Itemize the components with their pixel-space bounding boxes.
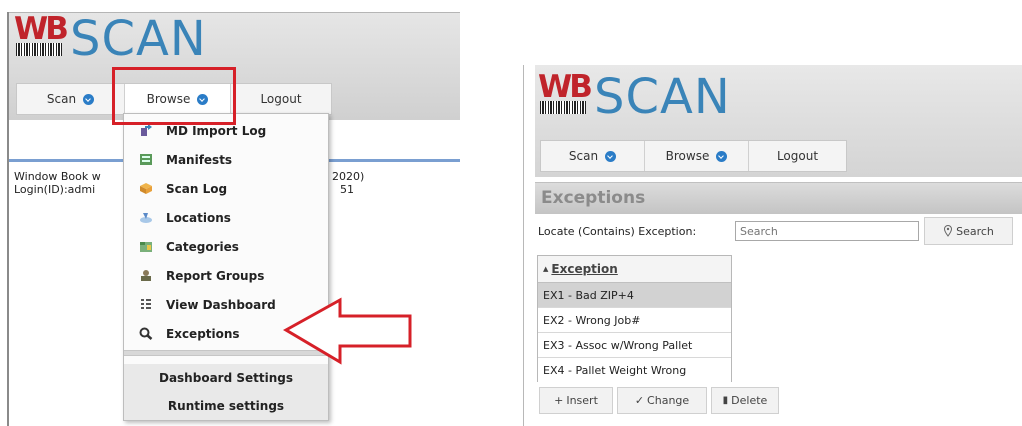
nav-logout-label: Logout: [260, 92, 302, 106]
menu-item-label: View Dashboard: [166, 297, 276, 312]
browse-dropdown-menu: MD Import Log Manifests Scan Log Locatio…: [123, 113, 329, 421]
info-line-1: Window Book w: [14, 170, 101, 183]
cell-text: EX3 - Assoc w/Wrong Pallet: [543, 338, 693, 352]
cell-text: EX2 - Wrong Job#: [543, 313, 641, 327]
folder-icon: [139, 240, 153, 253]
left-logo: WB SCAN: [14, 11, 207, 67]
nav-scan-label: Scan: [46, 92, 77, 106]
nav-logout-button[interactable]: Logout: [749, 141, 846, 171]
info-line-2: Login(ID):admi: [14, 183, 96, 196]
import-log-icon: [139, 124, 153, 137]
search-input[interactable]: [735, 221, 919, 241]
menu-item-label: MD Import Log: [166, 123, 267, 138]
location-icon: [139, 211, 153, 224]
wb-logo-text: WB: [538, 69, 593, 105]
table-row[interactable]: EX3 - Assoc w/Wrong Pallet: [538, 333, 731, 358]
menu-item-label: Manifests: [166, 152, 233, 167]
page-title: Exceptions: [541, 188, 646, 208]
app-name: SCAN: [594, 69, 731, 125]
sort-up-icon: ▲: [543, 265, 549, 273]
menu-item-locations[interactable]: Locations: [124, 203, 328, 232]
right-nav-bar: Scan Browse Logout: [540, 140, 847, 172]
wb-logo-mark: WB: [538, 69, 593, 114]
menu-item-label: Exceptions: [166, 326, 240, 341]
delete-button[interactable]: ▮ Delete: [711, 387, 779, 414]
nav-scan-button[interactable]: Scan: [541, 141, 645, 171]
right-logo: WB SCAN: [538, 69, 731, 125]
dashboard-icon: [139, 298, 153, 311]
menu-settings-section: Dashboard Settings Runtime settings: [124, 364, 328, 420]
cell-text: EX1 - Bad ZIP+4: [543, 288, 634, 302]
column-header-label: Exception: [551, 262, 618, 276]
manifest-icon: [139, 153, 153, 166]
menu-item-label: Dashboard Settings: [158, 371, 293, 385]
menu-item-runtime-settings[interactable]: Runtime settings: [124, 392, 328, 420]
chevron-down-icon: [605, 150, 617, 162]
browse-highlight-box: [112, 67, 236, 125]
menu-item-dashboard-settings[interactable]: Dashboard Settings: [124, 364, 328, 392]
info-tail-1: 2020): [332, 170, 365, 183]
check-icon: ✓: [634, 394, 645, 407]
app-name: SCAN: [70, 11, 207, 67]
left-screenshot-panel: WB SCAN Scan Browse Logout Window Book w…: [0, 0, 460, 426]
menu-item-label: Scan Log: [166, 181, 228, 196]
menu-item-report-groups[interactable]: Report Groups: [124, 261, 328, 290]
plus-icon: +: [554, 394, 564, 407]
locate-label: Locate (Contains) Exception:: [538, 225, 697, 238]
delete-label: Delete: [731, 394, 768, 407]
menu-item-label: Report Groups: [166, 268, 265, 283]
chevron-down-icon: [716, 150, 728, 162]
nav-scan-label: Scan: [568, 149, 599, 163]
action-buttons: + Insert ✓ Change ▮ Delete: [539, 387, 783, 414]
location-pin-icon: [944, 225, 953, 237]
insert-button[interactable]: + Insert: [539, 387, 613, 414]
nav-browse-label: Browse: [665, 149, 710, 163]
wb-logo-mark: WB: [14, 11, 69, 56]
cell-text: EX4 - Pallet Weight Wrong: [543, 364, 687, 377]
report-group-icon: [139, 269, 153, 282]
exceptions-table: ▲ Exception EX1 - Bad ZIP+4 EX2 - Wrong …: [537, 255, 732, 383]
menu-item-label: Locations: [166, 210, 231, 225]
barcode-icon: [540, 101, 586, 114]
search-button[interactable]: Search: [924, 217, 1013, 245]
chevron-down-icon: [83, 93, 95, 105]
info-text: Window Book w Login(ID):admi: [14, 170, 101, 196]
nav-logout-label: Logout: [776, 149, 819, 163]
wb-logo-text: WB: [14, 11, 69, 47]
nav-browse-button[interactable]: Browse: [645, 141, 749, 171]
table-header-exception[interactable]: ▲ Exception: [538, 256, 731, 283]
nav-scan-button[interactable]: Scan: [17, 84, 125, 114]
right-screenshot-panel: WB SCAN Scan Browse Logout Exceptions Lo…: [523, 65, 1022, 426]
menu-item-scan-log[interactable]: Scan Log: [124, 174, 328, 203]
menu-item-manifests[interactable]: Manifests: [124, 145, 328, 174]
menu-item-label: Categories: [166, 239, 239, 254]
left-arrow-icon: [282, 297, 412, 365]
info-tail-2: 51: [340, 183, 354, 196]
insert-label: Insert: [566, 394, 598, 407]
change-label: Change: [647, 394, 690, 407]
search-button-label: Search: [956, 224, 994, 238]
table-row[interactable]: EX2 - Wrong Job#: [538, 308, 731, 333]
right-border: [523, 65, 524, 426]
table-row[interactable]: EX1 - Bad ZIP+4: [538, 283, 731, 308]
table-row[interactable]: EX4 - Pallet Weight Wrong: [538, 358, 731, 383]
box-icon: [139, 182, 153, 195]
info-text-tail: 2020) 51: [332, 170, 364, 196]
menu-item-categories[interactable]: Categories: [124, 232, 328, 261]
nav-logout-button[interactable]: Logout: [231, 84, 331, 114]
barcode-icon: [16, 43, 62, 56]
menu-item-label: Runtime settings: [167, 399, 285, 413]
magnifier-icon: [139, 327, 153, 340]
page-title-bar: Exceptions: [535, 182, 1022, 214]
trash-icon: ▮: [722, 395, 729, 406]
change-button[interactable]: ✓ Change: [617, 387, 707, 414]
